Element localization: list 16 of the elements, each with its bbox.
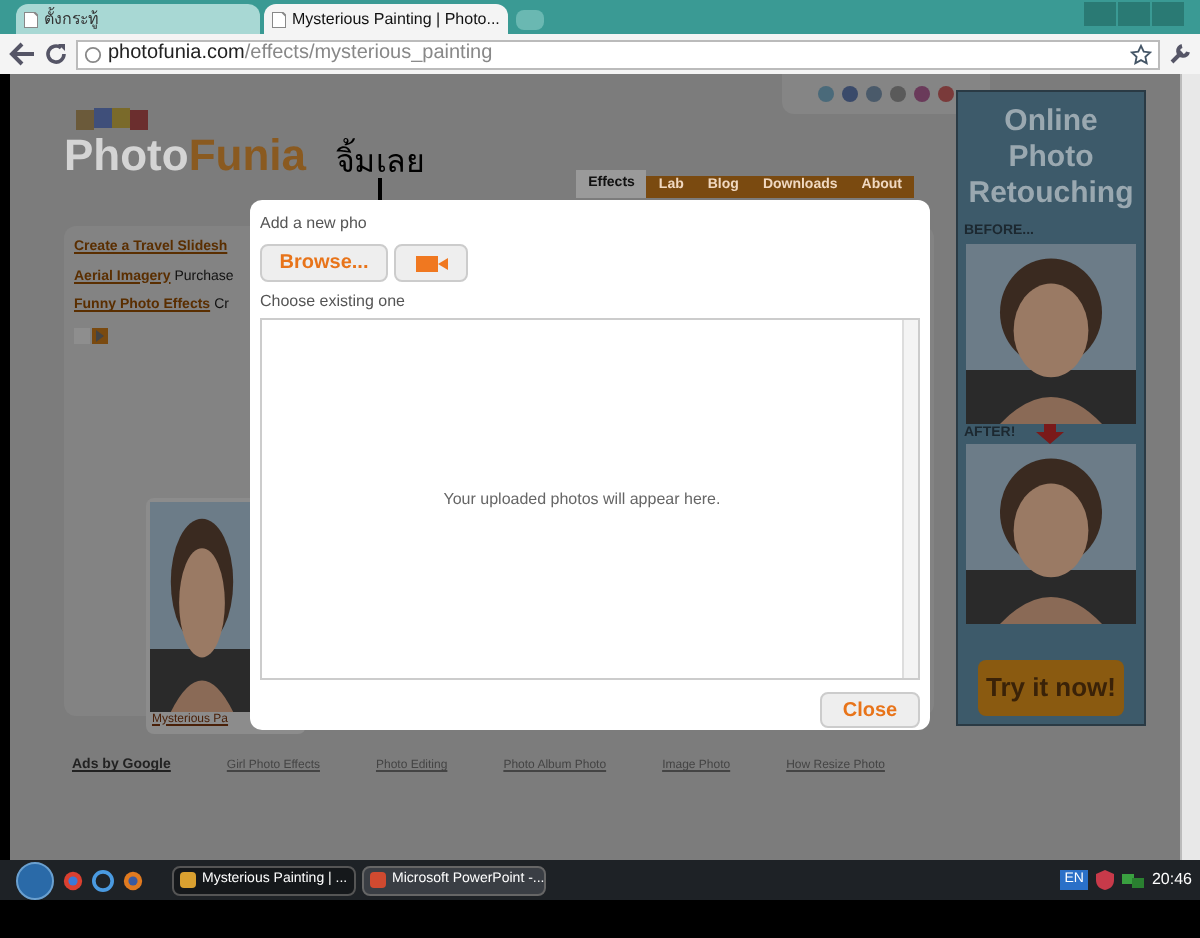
browser-tab[interactable]: ตั้งกระทู้ xyxy=(16,4,260,34)
choose-label: Choose existing one xyxy=(260,290,405,314)
ad-title: Online Photo Retouching xyxy=(966,104,1136,212)
empty-message: Your uploaded photos will appear here. xyxy=(443,487,721,511)
address-field[interactable]: photofunia.com/effects/mysterious_painting xyxy=(76,39,1160,69)
logo[interactable]: PhotoFunia xyxy=(64,102,306,178)
browse-button[interactable]: Browse... xyxy=(260,244,388,282)
logo-text: Funia xyxy=(188,130,306,180)
close-button[interactable]: Close xyxy=(820,692,920,728)
clock[interactable]: 20:46 xyxy=(1151,868,1192,892)
add-photo-label: Add a new pho xyxy=(260,212,367,236)
browser-tab[interactable]: Mysterious Painting | Photo... xyxy=(264,4,508,34)
url-text: photofunia.com/effects/mysterious_painting xyxy=(108,44,493,64)
try-it-button[interactable]: Try it now! xyxy=(978,660,1124,715)
annotation-text: จิ้มเลย xyxy=(336,134,424,186)
logo-text: Photo xyxy=(64,130,189,180)
